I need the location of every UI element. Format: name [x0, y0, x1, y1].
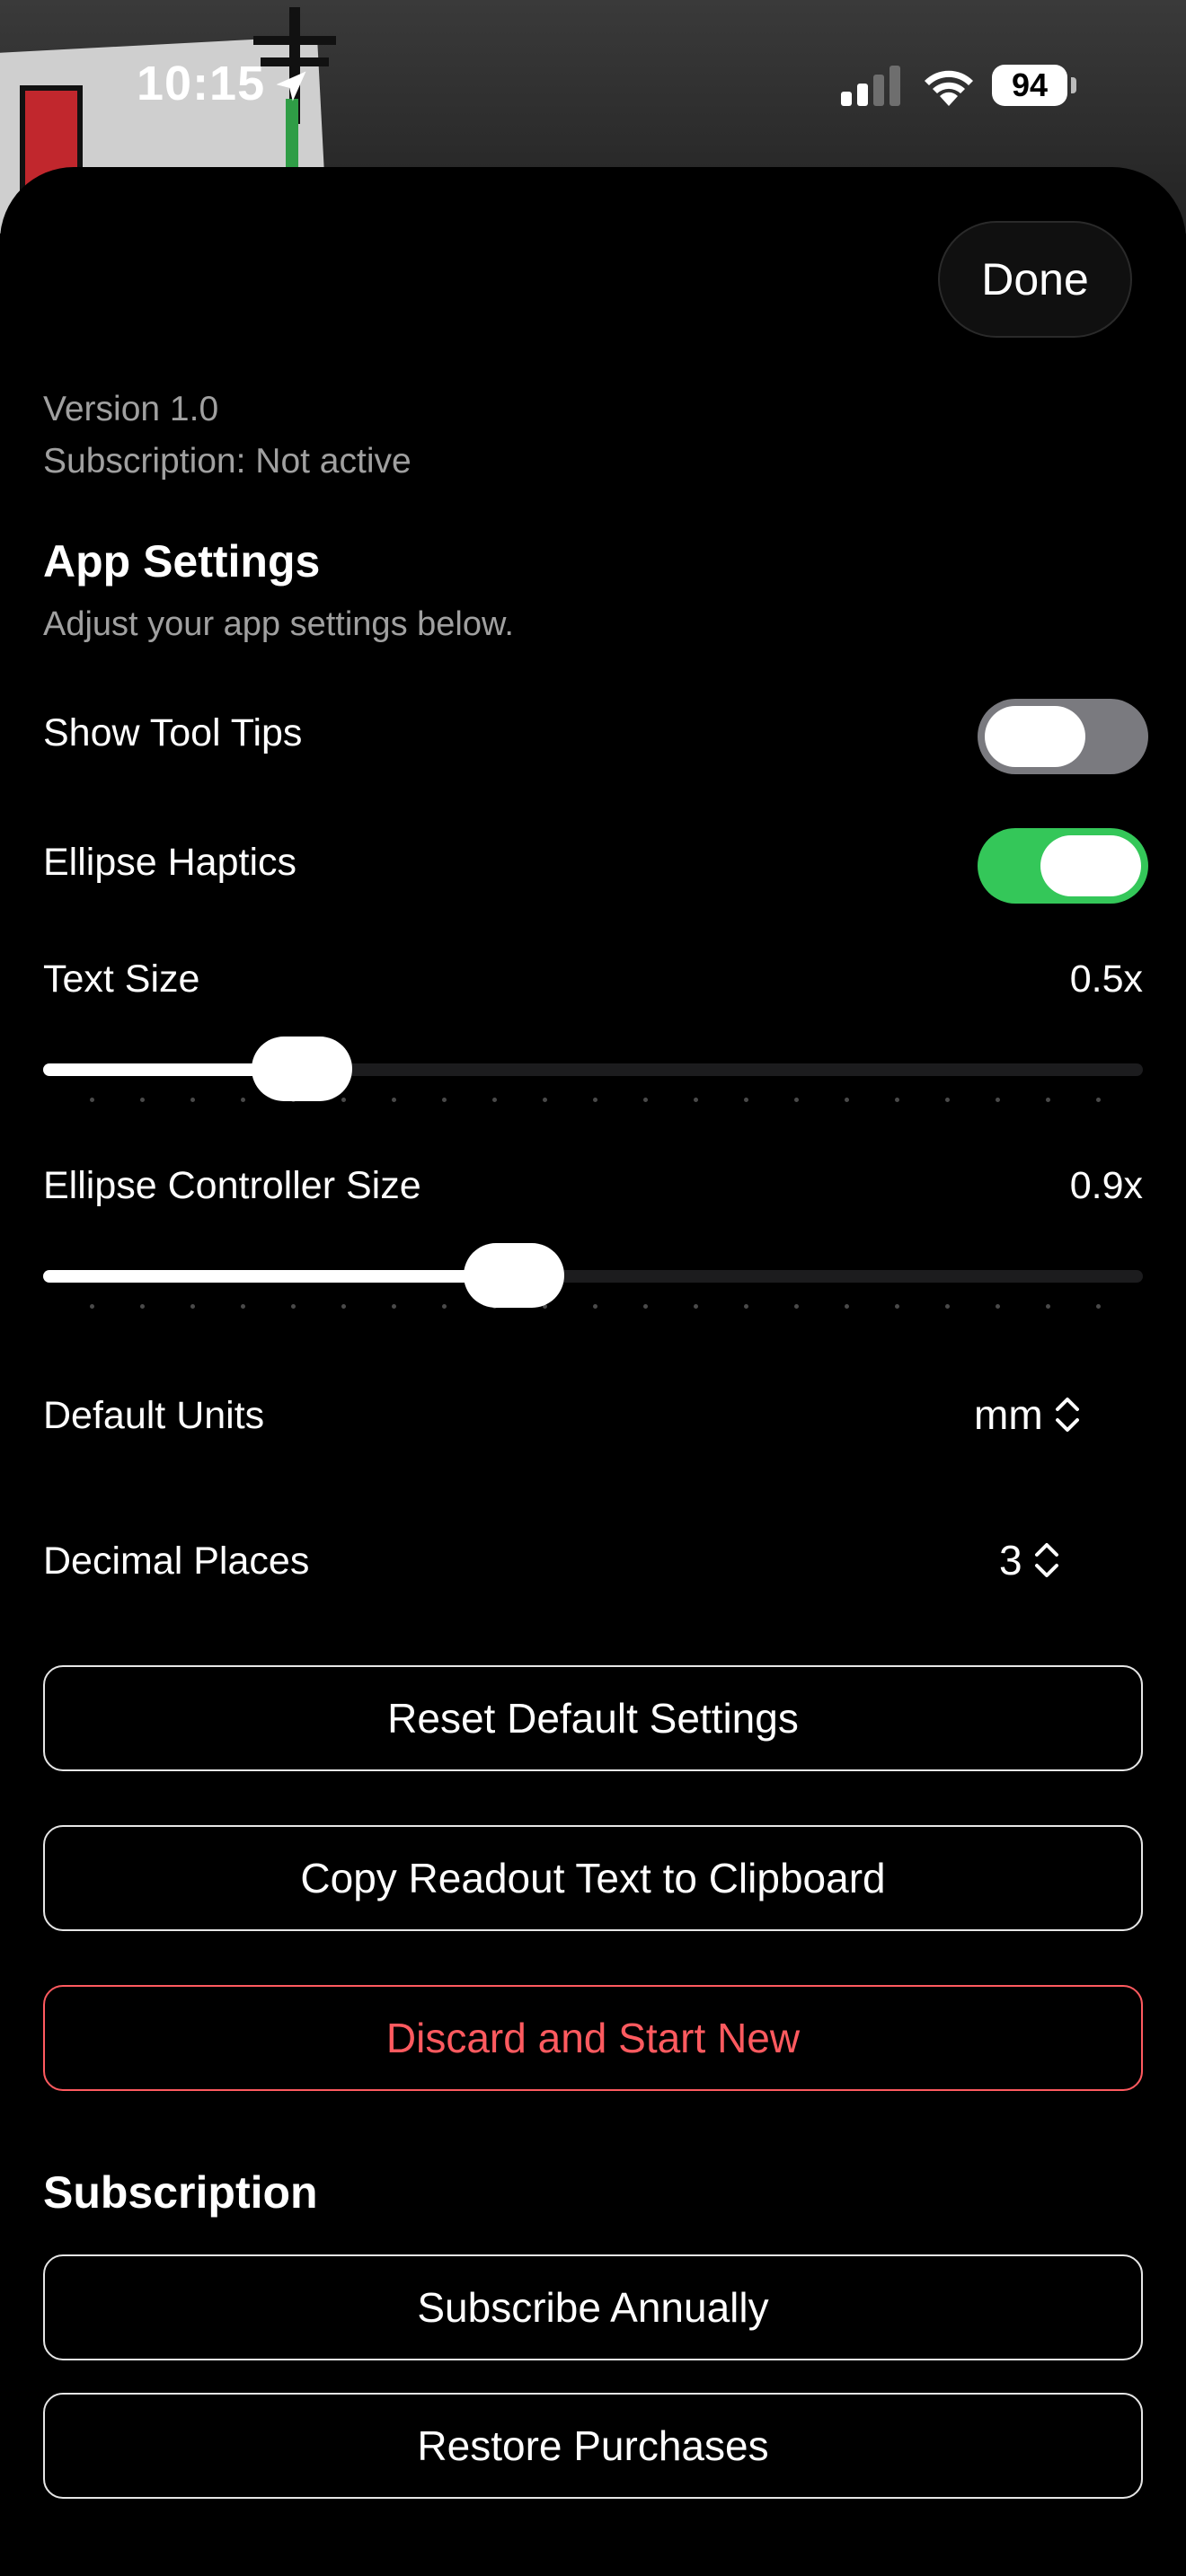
slider-tick: [140, 1098, 145, 1102]
slider-tick: [543, 1098, 547, 1102]
slider-tick: [593, 1098, 597, 1102]
slider-thumb[interactable]: [464, 1243, 564, 1308]
battery-indicator: 94: [992, 65, 1067, 106]
battery-level: 94: [1011, 66, 1049, 103]
ellipse-controller-size-value: 0.9x: [1069, 1164, 1143, 1207]
slider-tick: [90, 1098, 94, 1102]
settings-sheet: Done Version 1.0 Subscription: Not activ…: [0, 167, 1186, 2576]
slider-tick: [694, 1304, 698, 1309]
default-units-value: mm: [974, 1391, 1043, 1438]
slider-tick: [1046, 1304, 1050, 1309]
slider-tick: [90, 1304, 94, 1309]
slider-tick: [341, 1098, 346, 1102]
toggle-knob: [985, 706, 1085, 767]
reset-default-settings-button[interactable]: Reset Default Settings: [43, 1665, 1143, 1771]
slider-tick: [392, 1098, 396, 1102]
status-bar: 10:15 94: [0, 0, 1186, 171]
ellipse-haptics-label: Ellipse Haptics: [43, 841, 296, 884]
decimal-places-value: 3: [999, 1537, 1022, 1584]
slider-tick: [643, 1098, 648, 1102]
text-size-slider[interactable]: [43, 1033, 1143, 1105]
slider-tick: [140, 1304, 145, 1309]
copy-readout-button[interactable]: Copy Readout Text to Clipboard: [43, 1825, 1143, 1931]
slider-tick: [643, 1304, 648, 1309]
slider-tick: [1096, 1304, 1101, 1309]
slider-tick: [341, 1304, 346, 1309]
ellipse-haptics-toggle[interactable]: [978, 828, 1148, 904]
slider-fill: [43, 1270, 514, 1283]
slider-tick: [190, 1098, 195, 1102]
wifi-icon: [925, 70, 973, 106]
slider-tick: [895, 1098, 899, 1102]
subscription-status: Subscription: Not active: [43, 442, 412, 481]
slider-tick: [794, 1304, 799, 1309]
slider-tick: [593, 1304, 597, 1309]
slider-tick: [694, 1098, 698, 1102]
discard-and-start-new-button[interactable]: Discard and Start New: [43, 1985, 1143, 2091]
subscription-title: Subscription: [43, 2167, 318, 2218]
ellipse-controller-size-slider[interactable]: [43, 1239, 1143, 1311]
location-arrow-icon: [276, 71, 306, 101]
show-tool-tips-label: Show Tool Tips: [43, 711, 303, 754]
slider-ticks: [43, 1304, 1143, 1313]
restore-purchases-button[interactable]: Restore Purchases: [43, 2393, 1143, 2499]
slider-tick: [744, 1098, 748, 1102]
toggle-knob: [1040, 835, 1141, 896]
slider-tick: [996, 1304, 1000, 1309]
status-time: 10:15: [137, 57, 266, 110]
text-size-value: 0.5x: [1069, 957, 1143, 1001]
ellipse-controller-size-label: Ellipse Controller Size: [43, 1164, 421, 1207]
subscribe-annually-button[interactable]: Subscribe Annually: [43, 2254, 1143, 2360]
default-units-picker[interactable]: mm: [974, 1390, 1081, 1439]
slider-tick: [241, 1304, 245, 1309]
slider-tick: [190, 1304, 195, 1309]
slider-tick: [945, 1304, 950, 1309]
slider-tick: [291, 1304, 296, 1309]
text-size-label: Text Size: [43, 957, 200, 1001]
slider-tick: [442, 1098, 447, 1102]
slider-tick: [845, 1304, 849, 1309]
battery-cap: [1071, 77, 1076, 93]
slider-ticks: [43, 1098, 1143, 1107]
show-tool-tips-toggle[interactable]: [978, 699, 1148, 774]
slider-tick: [895, 1304, 899, 1309]
slider-tick: [241, 1098, 245, 1102]
slider-tick: [996, 1098, 1000, 1102]
decimal-places-picker[interactable]: 3: [999, 1536, 1060, 1584]
slider-tick: [794, 1098, 799, 1102]
slider-tick: [392, 1304, 396, 1309]
slider-tick: [442, 1304, 447, 1309]
slider-tick: [492, 1098, 497, 1102]
slider-tick: [945, 1098, 950, 1102]
slider-tick: [1096, 1098, 1101, 1102]
done-button[interactable]: Done: [938, 221, 1132, 338]
default-units-label: Default Units: [43, 1394, 265, 1437]
slider-tick: [744, 1304, 748, 1309]
app-settings-title: App Settings: [43, 536, 321, 587]
chevron-up-down-icon: [1034, 1543, 1058, 1577]
version-label: Version 1.0: [43, 390, 219, 428]
slider-thumb[interactable]: [252, 1037, 352, 1101]
decimal-places-label: Decimal Places: [43, 1539, 310, 1583]
slider-tick: [1046, 1098, 1050, 1102]
chevron-up-down-icon: [1055, 1398, 1079, 1432]
slider-tick: [845, 1098, 849, 1102]
cellular-signal-icon: [841, 66, 900, 106]
app-settings-subtitle: Adjust your app settings below.: [43, 605, 514, 643]
